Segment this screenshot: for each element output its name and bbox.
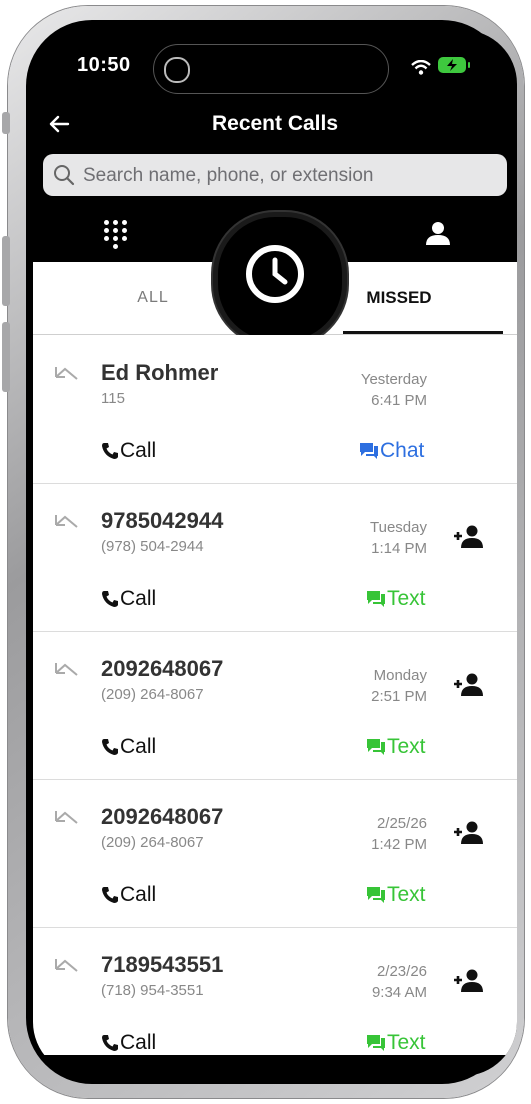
status-bar: 10:50 (33, 30, 517, 100)
missed-call-icon (55, 811, 78, 824)
caller-name: 7189543551 (101, 952, 224, 977)
call-datetime: Yesterday 6:41 PM (333, 369, 427, 411)
contacts-tab[interactable] (425, 220, 451, 248)
call-label: Call (120, 883, 157, 906)
chat-label: Chat (380, 439, 425, 462)
sms-icon (367, 887, 385, 903)
call-row[interactable]: Ed Rohmer 115 Yesterday 6:41 PM Call Cha… (33, 335, 517, 484)
search-icon (54, 165, 75, 186)
call-button[interactable]: Call (101, 735, 156, 759)
phone-icon (102, 1035, 118, 1051)
text-label: Text (387, 883, 426, 906)
phone-icon (102, 443, 118, 459)
battery-charging-icon (438, 57, 470, 73)
phone-icon (102, 739, 118, 755)
call-time: 6:41 PM (371, 392, 427, 409)
call-label: Call (120, 439, 157, 462)
voicemail-icon (164, 57, 190, 83)
call-time: 1:14 PM (371, 540, 427, 557)
volume-up-button (2, 236, 10, 306)
sms-icon (367, 739, 385, 755)
caller-name: Ed Rohmer (101, 360, 219, 385)
phone-icon (102, 591, 118, 607)
page-title: Recent Calls (211, 112, 339, 135)
missed-call-icon (55, 663, 78, 676)
recents-tab[interactable] (213, 212, 347, 346)
action-button (2, 112, 10, 134)
text-button[interactable]: Text (366, 735, 426, 759)
caller-name: 2092648067 (101, 804, 224, 829)
caller-number: (718) 954-3551 (101, 982, 204, 999)
caller-number: (209) 264-8067 (101, 686, 204, 703)
call-label: Call (120, 587, 157, 610)
call-label: Call (120, 735, 157, 758)
dialpad-tab[interactable] (103, 220, 129, 252)
call-row[interactable]: 2092648067 (209) 264-8067 Monday 2:51 PM… (33, 631, 517, 780)
text-button[interactable]: Text (366, 587, 426, 611)
search-bar[interactable] (43, 154, 507, 198)
dialpad-icon (103, 220, 129, 252)
wifi-icon (411, 60, 431, 75)
chat-icon (360, 443, 378, 459)
text-button[interactable]: Text (366, 1031, 426, 1055)
search-input[interactable] (81, 154, 495, 198)
call-label: Call (120, 1031, 157, 1054)
call-time: 9:34 AM (371, 984, 427, 1001)
add-contact-icon[interactable] (453, 969, 485, 993)
caller-number: (978) 504-2944 (101, 538, 204, 555)
sms-icon (367, 591, 385, 607)
clock-icon (246, 245, 304, 303)
add-contact-icon[interactable] (453, 821, 485, 845)
text-label: Text (387, 735, 426, 758)
person-icon (426, 222, 450, 245)
status-time: 10:50 (77, 54, 131, 76)
missed-call-icon (55, 367, 78, 380)
call-button[interactable]: Call (101, 883, 156, 907)
call-datetime: Monday 2:51 PM (333, 665, 427, 707)
caller-name: 9785042944 (101, 508, 224, 533)
add-contact-icon[interactable] (453, 525, 485, 549)
text-label: Text (387, 1031, 426, 1054)
call-button[interactable]: Call (101, 439, 156, 463)
sms-icon (367, 1035, 385, 1051)
caller-number: (209) 264-8067 (101, 834, 204, 851)
call-row[interactable]: 9785042944 (978) 504-2944 Tuesday 1:14 P… (33, 483, 517, 632)
tab-all[interactable]: ALL (123, 262, 183, 334)
call-time: 1:42 PM (371, 836, 427, 853)
call-datetime: 2/25/26 1:42 PM (333, 813, 427, 855)
call-day: 2/23/26 (376, 963, 427, 980)
screen: 10:50 Recent Calls Search name, phone, o… (33, 30, 517, 1076)
call-datetime: Tuesday 1:14 PM (333, 517, 427, 559)
call-time: 2:51 PM (371, 688, 427, 705)
tab-missed[interactable]: MISSED (343, 262, 503, 334)
call-day: Monday (373, 667, 427, 684)
caller-name: 2092648067 (101, 656, 224, 681)
missed-call-icon (55, 515, 78, 528)
add-contact-icon[interactable] (453, 673, 485, 697)
call-row[interactable]: 2092648067 (209) 264-8067 2/25/26 1:42 P… (33, 779, 517, 928)
volume-down-button (2, 322, 10, 392)
call-day: Yesterday (360, 371, 427, 388)
call-day: Tuesday (370, 519, 427, 536)
text-label: Text (387, 587, 426, 610)
phone-icon (102, 887, 118, 903)
call-row[interactable]: 7189543551 (718) 954-3551 2/23/26 9:34 A… (33, 927, 517, 1055)
text-button[interactable]: Text (366, 883, 426, 907)
caller-number: 115 (101, 390, 125, 407)
calls-list: Ed Rohmer 115 Yesterday 6:41 PM Call Cha… (33, 335, 517, 1055)
call-button[interactable]: Call (101, 1031, 156, 1055)
call-button[interactable]: Call (101, 587, 156, 611)
chat-button[interactable]: Chat (359, 439, 424, 463)
dynamic-island (153, 44, 389, 94)
call-day: 2/25/26 (376, 815, 427, 832)
call-datetime: 2/23/26 9:34 AM (333, 961, 427, 1003)
missed-call-icon (55, 959, 78, 972)
